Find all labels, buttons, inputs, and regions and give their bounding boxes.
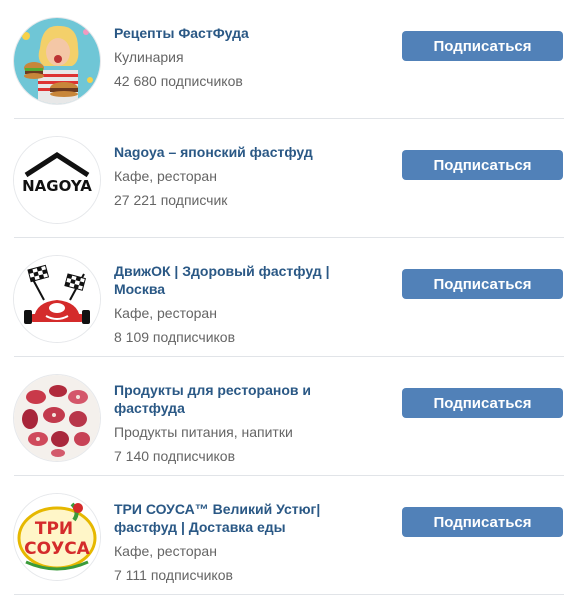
- community-category: Кафе, ресторан: [114, 305, 217, 321]
- community-info: ДвижОК | Здоровый фастфуд | Москва Кафе,…: [114, 262, 382, 346]
- woman-with-burgers-photo: [14, 18, 100, 104]
- avatar[interactable]: [14, 375, 100, 461]
- avatar[interactable]: [14, 18, 100, 104]
- community-name[interactable]: Рецепты ФастФуда: [114, 24, 382, 42]
- community-category: Кафе, ресторан: [114, 543, 217, 559]
- subscriber-count: 7 140 подписчиков: [114, 448, 236, 464]
- subscribe-button[interactable]: Подписаться: [402, 150, 563, 180]
- tri-sousa-logo-text-2: СОУСА: [24, 539, 91, 559]
- subscribe-button[interactable]: Подписаться: [402, 507, 563, 537]
- list-item: Продукты для ресторанов и фастфуда Проду…: [14, 357, 564, 476]
- subscribe-button[interactable]: Подписаться: [402, 31, 563, 61]
- community-category: Кафе, ресторан: [114, 168, 217, 184]
- avatar[interactable]: ТРИ СОУСА: [14, 494, 100, 580]
- list-item: Рецепты ФастФуда Кулинария 42 680 подпис…: [14, 0, 564, 119]
- community-name[interactable]: ТРИ СОУСА™ Великий Устюг| фастфуд | Дост…: [114, 500, 382, 536]
- meat-cuts-illustration: [14, 375, 100, 461]
- nagoya-logo: NAGOYA: [14, 137, 100, 223]
- community-info: Продукты для ресторанов и фастфуда Проду…: [114, 381, 382, 465]
- list-item: NAGOYA Nagoya – японский фастфуд Кафе, р…: [14, 119, 564, 238]
- community-name[interactable]: ДвижОК | Здоровый фастфуд | Москва: [114, 262, 382, 298]
- subscribe-button[interactable]: Подписаться: [402, 388, 563, 418]
- community-category: Продукты питания, напитки: [114, 424, 293, 440]
- subscriber-count: 8 109 подписчиков: [114, 329, 236, 345]
- avatar[interactable]: NAGOYA: [14, 137, 100, 223]
- race-car-checkered-flags-logo: [14, 256, 100, 342]
- subscriber-count: 7 111 подписчиков: [114, 567, 233, 583]
- community-info: Nagoya – японский фастфуд Кафе, ресторан…: [114, 143, 382, 209]
- community-info: ТРИ СОУСА™ Великий Устюг| фастфуд | Дост…: [114, 500, 382, 584]
- list-item: ТРИ СОУСА ТРИ СОУСА™ Великий Устюг| фаст…: [14, 476, 564, 595]
- community-name[interactable]: Продукты для ресторанов и фастфуда: [114, 381, 382, 417]
- subscriber-count: 27 221 подписчик: [114, 192, 228, 208]
- subscribe-button[interactable]: Подписаться: [402, 269, 563, 299]
- community-category: Кулинария: [114, 49, 184, 65]
- community-name[interactable]: Nagoya – японский фастфуд: [114, 143, 382, 161]
- tri-sousa-logo: ТРИ СОУСА: [14, 494, 100, 580]
- list-item: ДвижОК | Здоровый фастфуд | Москва Кафе,…: [14, 238, 564, 357]
- subscriber-count: 42 680 подписчиков: [114, 73, 243, 89]
- avatar[interactable]: [14, 256, 100, 342]
- nagoya-logo-text: NAGOYA: [22, 177, 92, 195]
- community-list: Рецепты ФастФуда Кулинария 42 680 подпис…: [0, 0, 564, 595]
- tri-sousa-logo-text-1: ТРИ: [35, 519, 73, 539]
- community-info: Рецепты ФастФуда Кулинария 42 680 подпис…: [114, 24, 382, 90]
